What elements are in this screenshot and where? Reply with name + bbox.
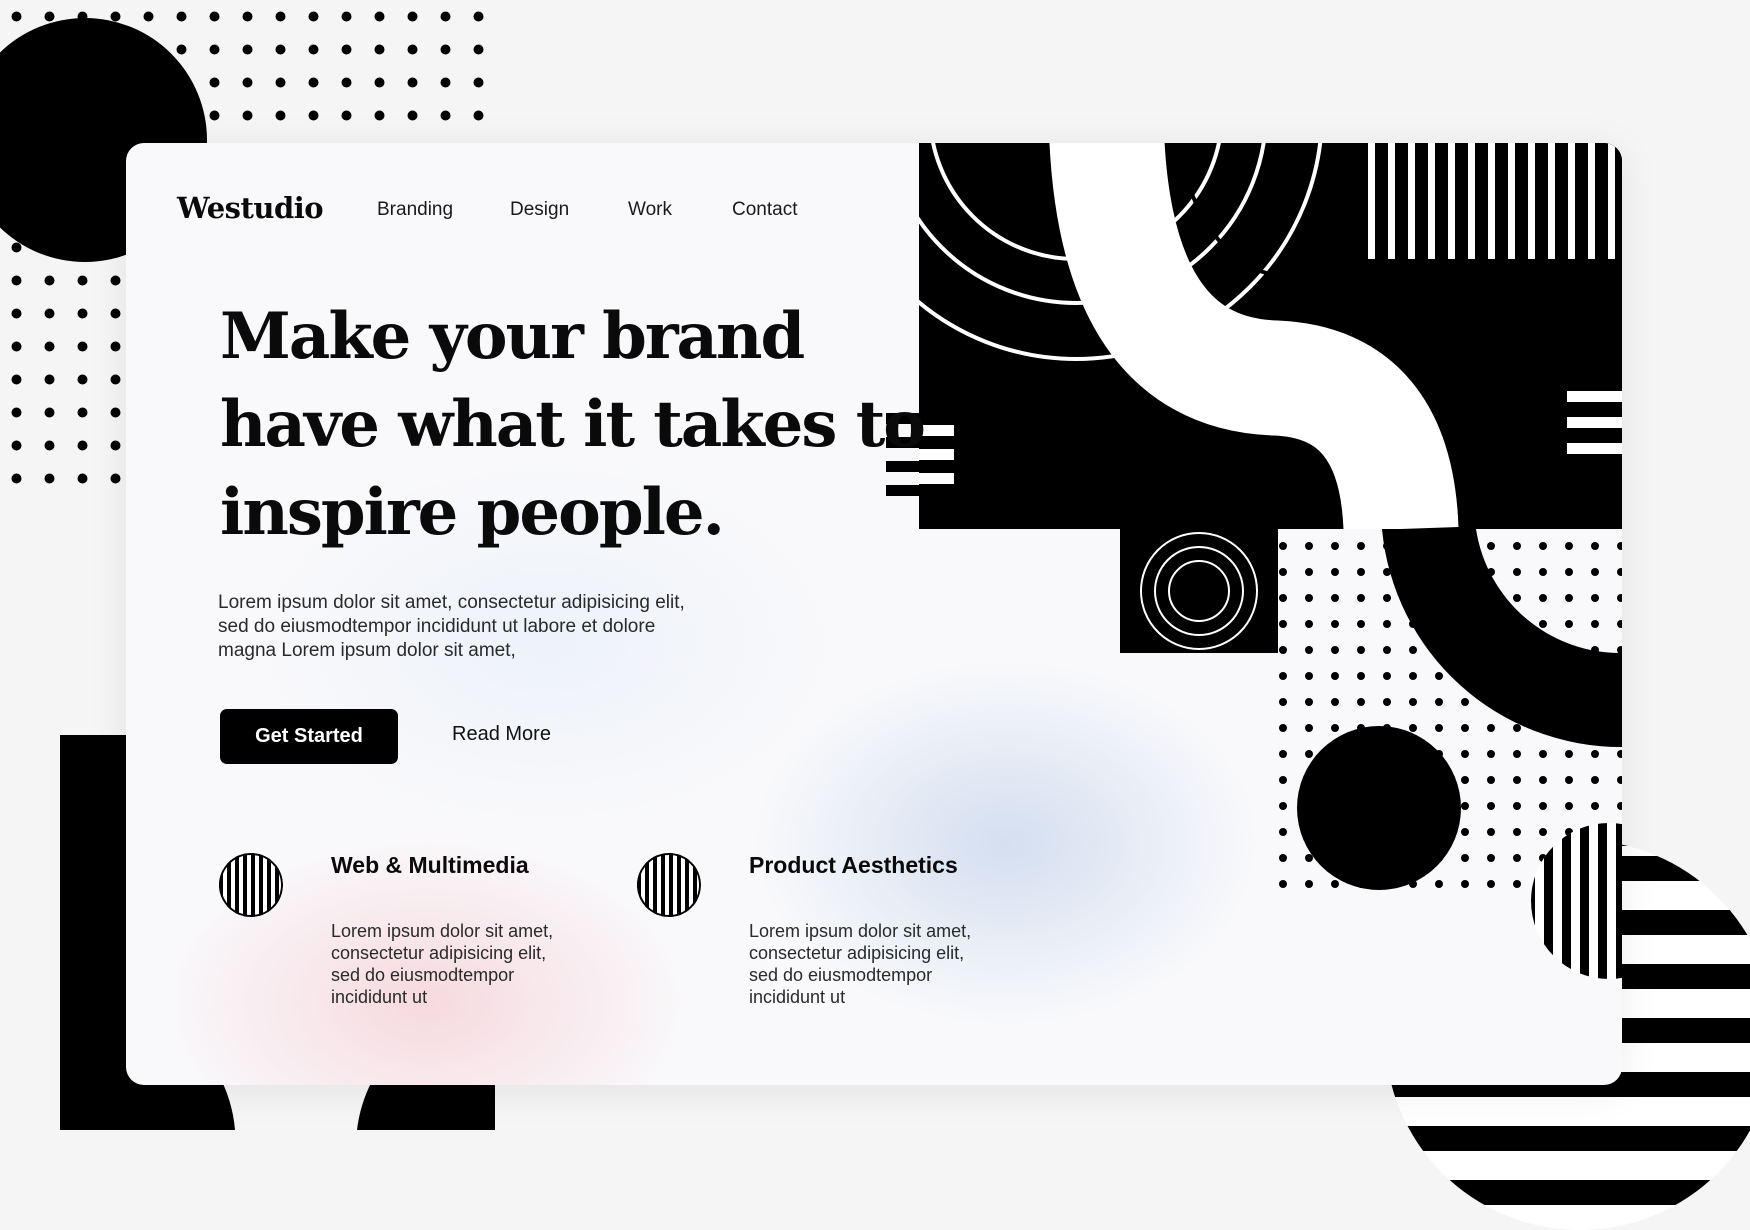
nav-item-work[interactable]: Work [628,199,672,221]
nav-item-contact[interactable]: Contact [732,199,797,221]
read-more-link[interactable]: Read More [452,723,551,746]
feature-text-line: Lorem ipsum dolor sit amet, [331,921,554,941]
nav-item-branding[interactable]: Branding [377,199,453,221]
feature-text-product-aesthetics: Lorem ipsum dolor sit amet, consectetur … [749,920,1019,1008]
headline-line: inspire people. [220,475,725,550]
nav-item-design[interactable]: Design [510,199,569,221]
feature-text-line: incididunt ut [331,987,428,1007]
lead-line: magna Lorem ipsum dolor sit amet, [218,640,516,661]
feature-text-line: consectetur adipisicing elit, [749,943,965,963]
feature-title-product-aesthetics: Product Aesthetics [749,852,958,878]
get-started-button[interactable]: Get Started [220,709,398,764]
striped-circle-icon [219,853,283,917]
lead-line: Lorem ipsum dolor sit amet, consectetur … [218,592,685,613]
feature-text-line: Lorem ipsum dolor sit amet, [749,921,972,941]
hero-lead-text: Lorem ipsum dolor sit amet, consectetur … [218,591,778,663]
headline-line: have what it takes to [220,387,926,462]
striped-circle-icon [637,853,701,917]
feature-text-line: sed do eiusmodtempor [749,965,933,985]
headline-line: Make your brand [220,299,805,374]
lead-line: sed do eiusmodtempor incididunt ut labor… [218,616,656,637]
feature-text-line: sed do eiusmodtempor [331,965,515,985]
feature-title-web-multimedia: Web & Multimedia [331,852,529,878]
hero-headline: Make your brand have what it takes to in… [220,293,926,557]
feature-text-web-multimedia: Lorem ipsum dolor sit amet, consectetur … [331,920,601,1008]
art-bar-stack-inner [919,425,954,484]
landing-card: Westudio Branding Design Work Contact Ma… [126,143,1622,1085]
brand-logo[interactable]: Westudio [177,191,324,225]
feature-text-line: consectetur adipisicing elit, [331,943,547,963]
art-black-disc [1297,726,1461,890]
feature-text-line: incididunt ut [749,987,846,1007]
